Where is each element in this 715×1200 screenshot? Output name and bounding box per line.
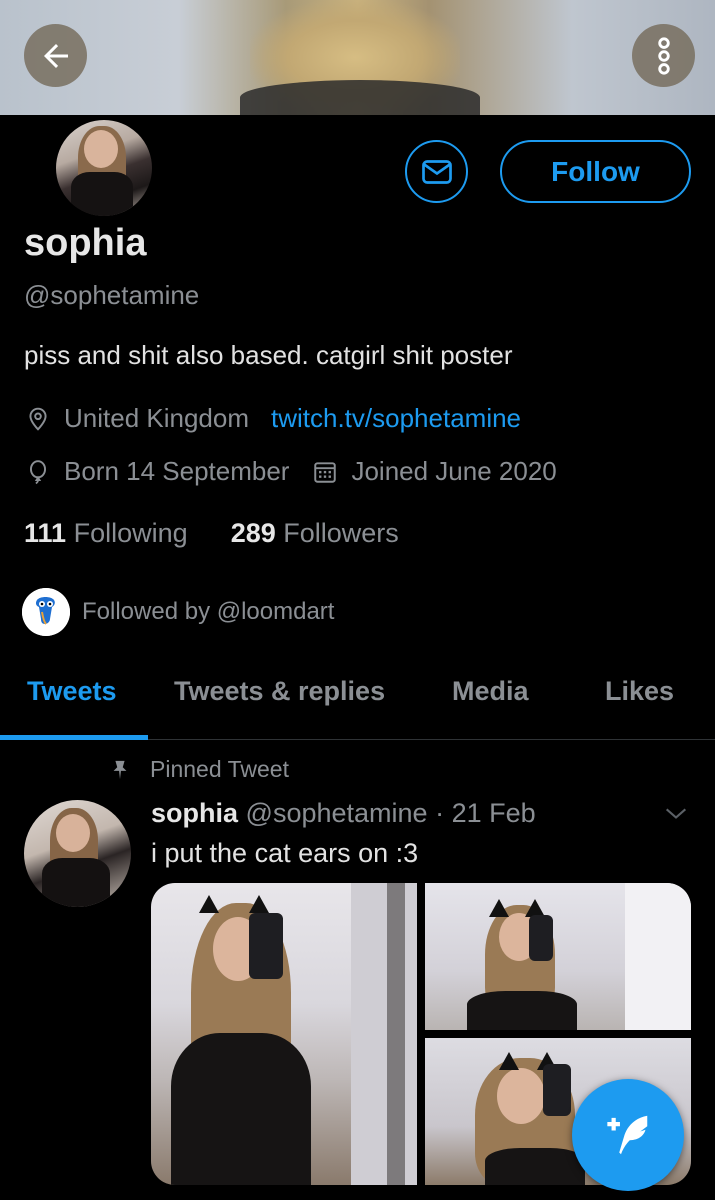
photo-detail: [499, 1052, 519, 1070]
tweet-photo[interactable]: [151, 883, 417, 1185]
photo-detail: [249, 913, 283, 979]
followed-by-text: Followed by @loomdart: [82, 598, 335, 625]
pinned-tweet-text: Pinned Tweet: [150, 756, 289, 782]
profile-banner[interactable]: [0, 0, 715, 115]
tweet-header: sophia @sophetamine · 21 Feb: [151, 798, 536, 829]
tab-tweets[interactable]: Tweets: [27, 676, 117, 707]
follower-avatar: [22, 588, 70, 636]
tweet-photo[interactable]: [425, 883, 691, 1030]
photo-detail: [351, 883, 417, 1185]
pin-icon: [108, 758, 132, 782]
profile-tabs: Tweets Tweets & replies Media Likes: [0, 654, 715, 740]
tab-likes[interactable]: Likes: [605, 676, 674, 707]
compose-tweet-button[interactable]: [572, 1079, 684, 1191]
photo-detail: [171, 1033, 311, 1185]
back-button[interactable]: [24, 24, 87, 87]
avatar-image-detail: [56, 814, 90, 852]
tab-media[interactable]: Media: [452, 676, 529, 707]
following-link[interactable]: 111 Following: [24, 518, 188, 548]
following-count: 111: [24, 518, 67, 548]
photo-detail: [489, 899, 509, 917]
more-vertical-icon: [657, 36, 670, 75]
profile-meta-row: Born 14 September Joined June 2020: [24, 456, 557, 487]
following-label: Following: [73, 518, 188, 548]
photo-detail: [199, 895, 219, 913]
avatar-image-detail: [71, 172, 133, 216]
tweet-author-handle: @sophetamine: [245, 798, 428, 828]
profile-location: United Kingdom: [64, 403, 249, 433]
tab-tweets-replies[interactable]: Tweets & replies: [174, 676, 385, 707]
photo-detail: [249, 895, 269, 913]
photo-detail: [387, 883, 405, 1185]
profile-name: sophia: [24, 222, 147, 264]
profile-meta-row: United Kingdom twitch.tv/sophetamine: [24, 403, 521, 434]
tweet-author-name[interactable]: sophia: [151, 798, 238, 828]
envelope-icon: [421, 159, 452, 184]
message-button[interactable]: [405, 140, 468, 203]
tweet-separator: ·: [435, 798, 445, 828]
followers-link[interactable]: 289 Followers: [231, 518, 399, 548]
profile-birthday: Born 14 September: [64, 456, 290, 486]
followers-count: 289: [230, 518, 276, 548]
tweet-author-avatar[interactable]: [24, 800, 131, 907]
profile-handle: @sophetamine: [24, 280, 200, 310]
photo-detail: [543, 1064, 571, 1116]
photo-detail: [497, 1068, 545, 1124]
more-options-button[interactable]: [632, 24, 695, 87]
location-pin-icon: [24, 405, 52, 433]
photo-detail: [467, 991, 577, 1030]
followed-by-row[interactable]: Followed by @loomdart: [22, 588, 334, 636]
tweet-date[interactable]: 21 Feb: [452, 798, 536, 828]
active-tab-indicator: [0, 735, 148, 740]
balloon-icon: [24, 458, 52, 486]
tweet-options-button[interactable]: [662, 800, 690, 828]
chevron-down-icon: [665, 808, 687, 819]
calendar-icon: [311, 458, 339, 486]
profile-joined-date: Joined June 2020: [351, 456, 557, 486]
arrow-left-icon: [43, 43, 68, 68]
followers-label: Followers: [283, 518, 399, 548]
profile-avatar[interactable]: [52, 116, 156, 220]
compose-tweet-icon: [607, 1115, 648, 1155]
photo-detail: [625, 883, 691, 1030]
photo-detail: [485, 1148, 585, 1185]
banner-image-detail: [240, 80, 480, 115]
pinned-tweet-label: Pinned Tweet: [108, 756, 289, 783]
avatar-image-detail: [84, 130, 118, 168]
profile-bio: piss and shit also based. catgirl shit p…: [24, 340, 513, 370]
profile-website-link[interactable]: twitch.tv/sophetamine: [271, 403, 521, 434]
follow-button[interactable]: Follow: [500, 140, 691, 203]
follow-counts: 111 Following 289 Followers: [24, 518, 399, 549]
avatar-image-detail: [42, 858, 110, 907]
tweet-text: i put the cat ears on :3: [151, 838, 419, 868]
photo-detail: [529, 915, 553, 961]
